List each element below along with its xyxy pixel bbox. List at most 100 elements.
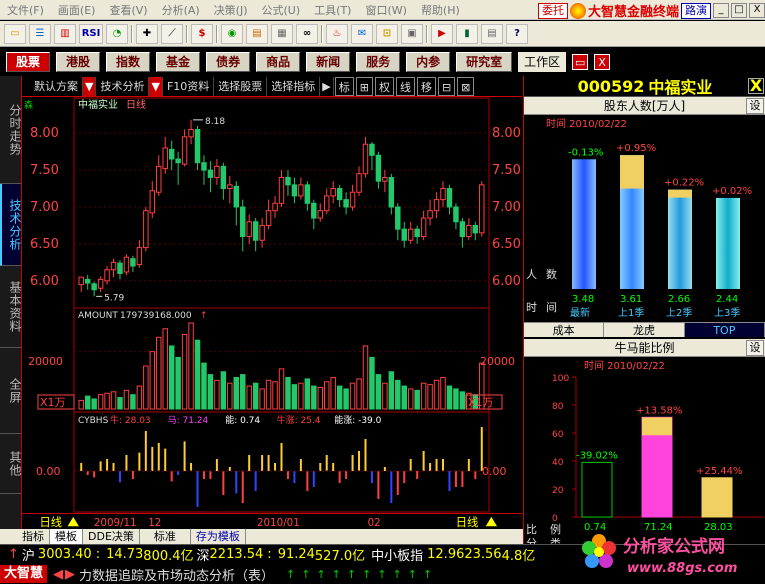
menu-view[interactable]: 查看(V) xyxy=(102,2,154,18)
ruler-icon[interactable]: ⟋ xyxy=(161,23,183,44)
menu-view-screen[interactable]: 画面(E) xyxy=(51,2,103,18)
side-tab-fundamentals[interactable]: 基本资料 xyxy=(0,266,22,348)
crosshair-icon[interactable]: ✚ xyxy=(136,23,158,44)
time-period-left[interactable]: 日线 xyxy=(40,515,63,529)
amount-bar xyxy=(201,362,207,410)
cat-fund[interactable]: 基金 xyxy=(156,52,201,72)
maximize-button[interactable]: □ xyxy=(731,3,747,18)
hu-label[interactable]: 沪 xyxy=(22,545,35,564)
tab-indicator[interactable]: 指标 xyxy=(0,529,50,544)
holders-pct: +0.02% xyxy=(712,186,752,197)
period-up-icon[interactable] xyxy=(67,516,79,527)
period-up-icon-right[interactable] xyxy=(485,516,497,527)
cybhs-legend-item: 牛涨: 25.4 xyxy=(277,414,321,426)
collapse-button[interactable]: ⊟ xyxy=(437,76,456,96)
move-button[interactable]: 移 xyxy=(416,76,436,96)
bullbear-settings-button[interactable]: 设 xyxy=(746,340,764,356)
bars-icon[interactable]: ▤ xyxy=(246,23,268,44)
workarea-label[interactable]: 工作区 xyxy=(518,52,567,72)
cat-news[interactable]: 新闻 xyxy=(306,52,351,72)
side-tab-technical[interactable]: 技术分析 xyxy=(0,184,22,266)
menu-file[interactable]: 文件(F) xyxy=(0,2,51,18)
lock-icon[interactable]: ⊡ xyxy=(376,23,398,44)
cat-index[interactable]: 指数 xyxy=(106,52,151,72)
pie-chart-icon[interactable]: ◔ xyxy=(106,23,128,44)
quote-table-icon[interactable]: ☰ xyxy=(29,23,51,44)
binoculars-icon[interactable]: ∞ xyxy=(296,23,318,44)
tab-cost[interactable]: 成本 xyxy=(524,323,605,337)
ticker-prev-icon[interactable]: ◀ xyxy=(53,567,63,582)
hu-value: 3003.40 xyxy=(37,547,92,562)
tab-dde[interactable]: DDE决策 xyxy=(83,529,140,544)
cat-hk-stock[interactable]: 港股 xyxy=(56,52,101,72)
shen-label[interactable]: 深 xyxy=(197,545,210,564)
tab-template[interactable]: 模板 xyxy=(50,529,83,544)
cat-bond[interactable]: 债券 xyxy=(206,52,251,72)
books-icon[interactable]: ▮ xyxy=(456,23,478,44)
rights-button[interactable]: 权 xyxy=(374,76,394,96)
tab-dragon-tiger[interactable]: 龙虎 xyxy=(604,323,685,337)
holders-settings-button[interactable]: 设 xyxy=(746,98,764,114)
scroll-right-icon[interactable]: ▶ xyxy=(320,76,334,96)
cybhs-bar xyxy=(209,471,212,479)
scheme-dropdown[interactable]: 默认方案 xyxy=(22,76,83,96)
zx-label[interactable]: 中小板指 xyxy=(371,545,423,564)
menu-window[interactable]: 窗口(W) xyxy=(358,2,413,18)
cat-insider[interactable]: 内参 xyxy=(406,52,451,72)
side-tab-intraday[interactable]: 分时走势 xyxy=(0,76,22,184)
alarm-icon[interactable]: ♨ xyxy=(326,23,348,44)
cybhs-bar xyxy=(442,459,445,471)
menu-help[interactable]: 帮助(H) xyxy=(414,2,467,18)
cybhs-bar xyxy=(164,448,167,471)
minimize-button[interactable]: _ xyxy=(713,3,729,18)
luyan-button[interactable]: 路演 xyxy=(681,2,711,19)
tech-dropdown-arrow-icon[interactable]: ▼ xyxy=(149,76,163,96)
chat-icon[interactable]: ✉ xyxy=(351,23,373,44)
f10-button[interactable]: F10资料 xyxy=(163,76,215,96)
cat-commodity[interactable]: 商品 xyxy=(256,52,301,72)
workarea-close-button[interactable]: X xyxy=(594,54,611,70)
menu-analysis[interactable]: 分析(A) xyxy=(155,2,207,18)
app-label[interactable]: 大智慧 xyxy=(0,565,48,583)
ticker-next-icon[interactable]: ▶ xyxy=(65,567,75,582)
candle-body xyxy=(472,224,479,234)
grid-icon[interactable]: ▦ xyxy=(271,23,293,44)
select-stock-button[interactable]: 选择股票 xyxy=(214,76,268,96)
dollar-icon[interactable]: $ xyxy=(191,23,213,44)
close-chart-button[interactable]: ⊠ xyxy=(457,76,475,96)
media-icon[interactable]: ▶ xyxy=(431,23,453,44)
side-tab-other[interactable]: 其他 xyxy=(0,434,22,494)
menu-tools[interactable]: 工具(T) xyxy=(307,2,358,18)
time-period-right[interactable]: 日线 xyxy=(456,515,479,529)
mark-button[interactable]: 标 xyxy=(334,76,354,96)
tab-standard[interactable]: 标准 xyxy=(140,529,191,544)
rsi-icon[interactable]: RSI xyxy=(79,23,103,44)
panel-close-button[interactable]: X xyxy=(748,78,764,94)
select-indicator-button[interactable]: 选择指标 xyxy=(267,76,321,96)
expand-button[interactable]: ⊞ xyxy=(355,76,373,96)
cat-research[interactable]: 研究室 xyxy=(456,52,513,72)
tech-analysis-dropdown[interactable]: 技术分析 xyxy=(96,76,150,96)
main-chart[interactable]: 8.00 7.50 7.00 6.50 6.00 8.00 7.50 7.00 6.50 6.0… xyxy=(22,97,522,513)
indicator-icon[interactable]: ◉ xyxy=(221,23,243,44)
tab-top[interactable]: TOP xyxy=(684,323,765,337)
close-button[interactable]: X xyxy=(749,3,765,18)
candle-body xyxy=(427,210,433,219)
weituo-button[interactable]: 委托 xyxy=(537,2,568,19)
candle-body xyxy=(479,184,485,234)
menu-decision[interactable]: 决策(J) xyxy=(207,2,255,18)
tab-save-template[interactable]: 存为模板 xyxy=(191,529,246,544)
open-folder-icon[interactable]: ▭ xyxy=(4,23,26,44)
scheme-dropdown-arrow-icon[interactable]: ▼ xyxy=(83,76,97,96)
news-icon[interactable]: ▣ xyxy=(401,23,423,44)
line-button[interactable]: 线 xyxy=(395,76,415,96)
zx-amount: 4.8亿 xyxy=(501,549,536,564)
cat-service[interactable]: 服务 xyxy=(356,52,401,72)
workarea-restore-button[interactable]: ▭ xyxy=(572,54,589,70)
kline-chart-icon[interactable]: ▥ xyxy=(54,23,76,44)
notes-icon[interactable]: ▤ xyxy=(481,23,503,44)
side-tab-fullscreen[interactable]: 全屏 xyxy=(0,348,22,434)
cat-stock[interactable]: 股票 xyxy=(6,52,51,72)
help-icon[interactable]: ? xyxy=(506,23,528,44)
menu-formula[interactable]: 公式(U) xyxy=(255,2,308,18)
